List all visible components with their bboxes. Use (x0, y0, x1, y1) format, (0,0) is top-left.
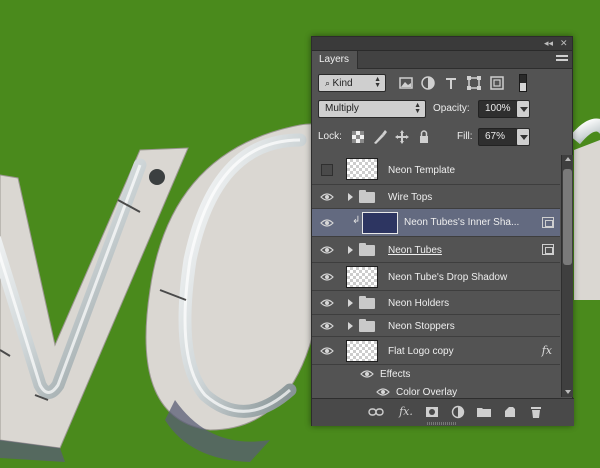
lock-label: Lock: (318, 131, 342, 142)
layer-thumbnail (362, 212, 398, 234)
lock-position-icon[interactable] (394, 129, 410, 145)
scrollbar-thumb[interactable] (563, 169, 572, 265)
expand-arrow-icon[interactable] (348, 246, 353, 254)
layer-list: Neon Template Wire Tops ↲ Neon Tubes's I… (312, 155, 560, 397)
eye-icon[interactable] (320, 218, 334, 228)
eye-icon[interactable] (320, 192, 334, 202)
smart-object-icon (542, 217, 554, 228)
tab-bar: Layers (312, 51, 572, 69)
search-icon: ⌕ (325, 78, 333, 88)
scroll-down-icon[interactable] (565, 390, 571, 394)
folder-icon (359, 243, 375, 256)
filter-toggle-switch[interactable] (519, 74, 527, 92)
filter-smart-object-icon[interactable] (489, 75, 505, 91)
smart-object-icon (542, 244, 554, 255)
eye-icon[interactable] (360, 369, 374, 379)
filter-kind-select[interactable]: ⌕ Kind ▲ ▼ (318, 74, 386, 92)
layer-row-neon-template[interactable]: Neon Template (312, 155, 560, 185)
opacity-dropdown-button[interactable] (516, 100, 530, 118)
layer-row-wire-tops[interactable]: Wire Tops (312, 185, 560, 209)
adjustment-icon[interactable] (450, 405, 466, 419)
new-group-icon[interactable] (476, 405, 492, 419)
link-icon[interactable] (368, 405, 384, 419)
eye-icon[interactable] (320, 346, 334, 356)
lock-all-icon[interactable] (416, 129, 432, 145)
layer-thumbnail (346, 340, 378, 362)
panel-titlebar[interactable]: ◂◂ ✕ (312, 37, 572, 51)
folder-icon (359, 190, 375, 203)
folder-icon (359, 296, 375, 309)
layer-row-neon-tubes-inner-shadow[interactable]: ↲ Neon Tubes's Inner Sha... (312, 209, 560, 237)
close-icon[interactable]: ✕ (560, 38, 568, 49)
fill-dropdown-button[interactable] (516, 128, 530, 146)
trash-icon[interactable] (528, 405, 544, 419)
layer-scrollbar[interactable] (561, 155, 573, 397)
eye-icon[interactable] (320, 321, 334, 331)
filter-pixel-icon[interactable] (398, 75, 414, 91)
right-plate (574, 140, 600, 300)
new-layer-icon[interactable] (502, 405, 518, 419)
panel-menu-icon[interactable] (556, 54, 568, 65)
visibility-toggle-empty[interactable] (321, 164, 333, 176)
folder-icon (359, 319, 375, 332)
layer-row-neon-stoppers[interactable]: Neon Stoppers (312, 315, 560, 337)
layer-name: Neon Template (388, 165, 456, 176)
layer-name: Neon Tube's Drop Shadow (388, 272, 508, 283)
clipping-mask-icon: ↲ (352, 215, 361, 226)
blend-mode-value: Multiply (325, 103, 359, 114)
layer-row-neon-holders[interactable]: Neon Holders (312, 291, 560, 315)
eye-icon[interactable] (320, 298, 334, 308)
layer-name: Flat Logo copy (388, 346, 454, 357)
lock-transparent-pixels-icon[interactable] (350, 129, 366, 145)
filter-type-icon[interactable] (443, 75, 459, 91)
resize-grip[interactable] (427, 422, 457, 425)
layer-row-neon-tubes[interactable]: Neon Tubes (312, 237, 560, 263)
effect-name: Color Overlay (396, 387, 458, 397)
lock-image-pixels-icon[interactable] (372, 129, 388, 145)
lock-row: Lock: Fill: 67% (312, 125, 574, 151)
effects-row[interactable]: Effects (312, 365, 560, 383)
layer-name: Neon Tubes's Inner Sha... (404, 217, 520, 228)
layers-panel: ◂◂ ✕ Layers ⌕ Kind ▲ ▼ Multiply ▲ ▼ Opacit… (311, 36, 574, 426)
collapse-icon[interactable]: ◂◂ (544, 38, 553, 49)
filter-shape-icon[interactable] (466, 75, 482, 91)
effect-row-color-overlay[interactable]: Color Overlay (312, 383, 560, 397)
filter-row: ⌕ Kind ▲ ▼ (312, 71, 574, 97)
layer-fx-icon[interactable]: fx (542, 344, 552, 357)
layer-name: Neon Holders (388, 298, 450, 309)
updown-icon: ▲ ▼ (374, 76, 381, 89)
layer-thumbnail (346, 158, 378, 180)
effects-label: Effects (380, 369, 411, 380)
blend-mode-select[interactable]: Multiply ▲ ▼ (318, 100, 426, 118)
layer-thumbnail (346, 266, 378, 288)
expand-arrow-icon[interactable] (348, 322, 353, 330)
opacity-label: Opacity: (433, 103, 470, 114)
fill-input[interactable]: 67% (478, 128, 518, 146)
eye-icon[interactable] (320, 245, 334, 255)
blend-row: Multiply ▲ ▼ Opacity: 100% (312, 97, 574, 123)
layer-name: Neon Stoppers (388, 321, 455, 332)
fill-label: Fill: (457, 131, 473, 142)
layer-name: Neon Tubes (388, 245, 442, 256)
updown-icon: ▲ ▼ (414, 102, 421, 115)
eye-icon[interactable] (320, 272, 334, 282)
filter-kind-label: Kind (332, 78, 353, 89)
eye-icon[interactable] (376, 387, 390, 397)
tab-layers[interactable]: Layers (312, 51, 358, 69)
tube-end-cap (149, 169, 165, 185)
filter-adjustment-icon[interactable] (420, 75, 436, 91)
right-neon-tube (570, 118, 600, 145)
scroll-up-icon[interactable] (565, 157, 571, 161)
layer-row-flat-logo-copy[interactable]: Flat Logo copy fx (312, 337, 560, 365)
layer-row-drop-shadow[interactable]: Neon Tube's Drop Shadow (312, 263, 560, 291)
layer-name: Wire Tops (388, 192, 433, 203)
expand-arrow-icon[interactable] (348, 299, 353, 307)
add-layer-style-button[interactable]: fx. (396, 405, 416, 419)
mask-icon[interactable] (424, 405, 440, 419)
panel-footer: fx. (312, 398, 574, 426)
expand-arrow-icon[interactable] (348, 193, 353, 201)
opacity-input[interactable]: 100% (478, 100, 518, 118)
